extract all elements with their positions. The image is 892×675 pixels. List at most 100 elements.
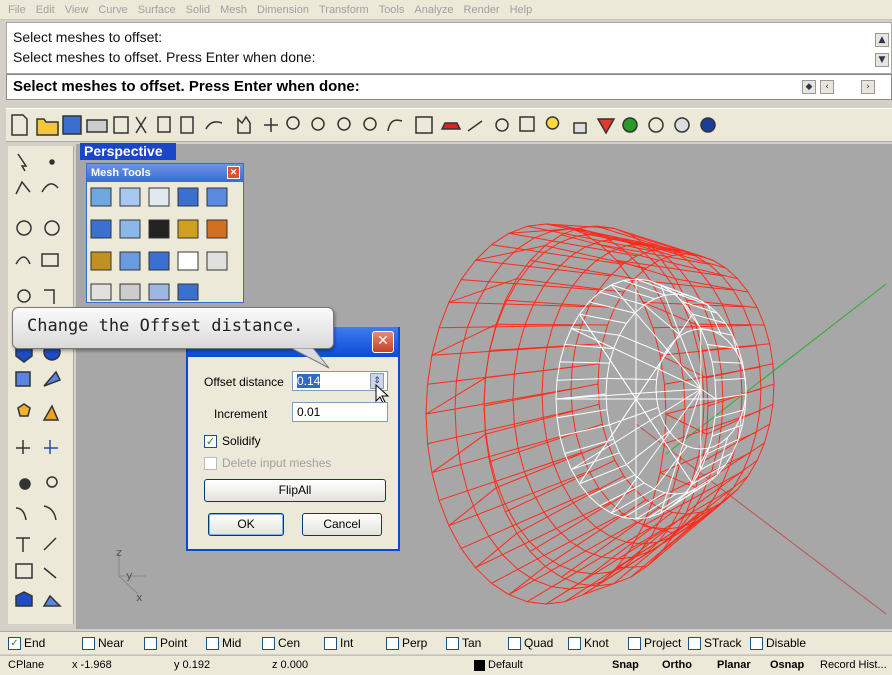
scroll-down-icon[interactable]: ▼ xyxy=(875,53,889,67)
osnap-end-checkbox[interactable]: ✓ xyxy=(8,637,21,650)
planar-toggle[interactable]: Planar xyxy=(717,659,751,671)
osnap-cen-checkbox[interactable] xyxy=(262,637,275,650)
mesh-grid-icon xyxy=(91,220,111,238)
osnap-end[interactable]: ✓End xyxy=(8,636,45,650)
osnap-near-checkbox[interactable] xyxy=(82,637,95,650)
material-icon xyxy=(598,119,614,133)
delete-input-label: Delete input meshes xyxy=(222,456,331,470)
arc-icon xyxy=(16,257,30,264)
cancel-button[interactable]: Cancel xyxy=(302,513,382,536)
viewport-title[interactable]: Perspective xyxy=(80,143,176,160)
close-icon[interactable]: ✕ xyxy=(227,166,240,179)
osnap-quad[interactable]: Quad xyxy=(508,636,553,650)
ok-button[interactable]: OK xyxy=(208,513,284,536)
osnap-project[interactable]: Project xyxy=(628,636,681,650)
increment-input[interactable]: 0.01 xyxy=(292,402,388,422)
osnap-toggle[interactable]: Osnap xyxy=(770,659,804,671)
ortho-toggle[interactable]: Ortho xyxy=(662,659,692,671)
next-icon[interactable]: › xyxy=(861,80,875,94)
osnap-tan[interactable]: Tan xyxy=(446,636,481,650)
text-icon xyxy=(16,538,30,552)
menu-tools[interactable]: Tools xyxy=(379,4,405,16)
osnap-perp-checkbox[interactable] xyxy=(386,637,399,650)
osnap-tan-checkbox[interactable] xyxy=(446,637,459,650)
osnap-knot[interactable]: Knot xyxy=(568,636,609,650)
mesh-repair-icon xyxy=(120,284,140,300)
status-bar: CPlane x -1.968 y 0.192 z 0.000 Default … xyxy=(0,655,892,675)
zoom-window-icon xyxy=(312,118,324,130)
layer-indicator[interactable]: Default xyxy=(474,659,523,671)
menu-view[interactable]: View xyxy=(65,4,89,16)
snap-toggle[interactable]: Snap xyxy=(612,659,639,671)
mesh-rebuild-icon xyxy=(178,252,198,270)
osnap-strack-checkbox[interactable] xyxy=(688,637,701,650)
osnap-disable-label: Disable xyxy=(766,636,806,650)
standard-toolbar-icons[interactable] xyxy=(6,109,892,143)
osnap-cen[interactable]: Cen xyxy=(262,636,300,650)
osnap-near[interactable]: Near xyxy=(82,636,124,650)
menu-help[interactable]: Help xyxy=(510,4,533,16)
scroll-up-icon[interactable]: ▲ xyxy=(875,33,889,47)
rectangle-icon xyxy=(42,254,58,266)
osnap-int[interactable]: Int xyxy=(324,636,353,650)
spin-icon[interactable]: ◆ xyxy=(802,80,816,94)
mesh-tools-titlebar[interactable]: Mesh Tools ✕ xyxy=(87,164,243,182)
menu-surface[interactable]: Surface xyxy=(138,4,176,16)
y-coordinate: y 0.192 xyxy=(174,659,210,671)
mesh-tools-palette: Mesh Tools ✕ xyxy=(86,163,244,303)
osnap-mid-checkbox[interactable] xyxy=(206,637,219,650)
osnap-perp[interactable]: Perp xyxy=(386,636,427,650)
menu-mesh[interactable]: Mesh xyxy=(220,4,247,16)
extrude-icon xyxy=(44,568,56,578)
osnap-icon xyxy=(496,119,508,131)
mesh-split-icon xyxy=(178,188,198,206)
mesh-skull-icon xyxy=(207,252,227,270)
osnap-project-checkbox[interactable] xyxy=(628,637,641,650)
menu-curve[interactable]: Curve xyxy=(98,4,127,16)
rhino-window: File Edit View Curve Surface Solid Mesh … xyxy=(0,0,892,675)
menu-file[interactable]: File xyxy=(8,4,26,16)
record-history-toggle[interactable]: Record Hist... xyxy=(820,659,887,671)
flipall-button[interactable]: FlipAll xyxy=(204,479,386,502)
left-toolbar-icons[interactable] xyxy=(8,146,74,624)
menu-render[interactable]: Render xyxy=(464,4,500,16)
fillet-icon xyxy=(44,290,54,304)
osnap-strack[interactable]: STrack xyxy=(688,636,742,650)
prev-icon[interactable]: ‹ xyxy=(820,80,834,94)
osnap-mid[interactable]: Mid xyxy=(206,636,241,650)
axis-x-label: x xyxy=(136,591,143,604)
menu-edit[interactable]: Edit xyxy=(36,4,55,16)
mesh-tools-icons[interactable] xyxy=(87,182,243,302)
select-arrow-icon xyxy=(18,154,26,171)
close-icon[interactable]: ✕ xyxy=(372,331,394,353)
menu-bar: File Edit View Curve Surface Solid Mesh … xyxy=(0,0,892,20)
osnap-end-label: End xyxy=(24,636,45,650)
osnap-disable[interactable]: Disable xyxy=(750,636,806,650)
undo-icon xyxy=(206,122,222,129)
menu-solid[interactable]: Solid xyxy=(186,4,210,16)
pattern-icon xyxy=(47,477,57,487)
menu-dimension[interactable]: Dimension xyxy=(257,4,309,16)
command-line[interactable]: Select meshes to offset. Press Enter whe… xyxy=(6,74,892,100)
osnap-project-label: Project xyxy=(644,636,681,650)
delete-input-checkbox[interactable] xyxy=(204,457,217,470)
mesh-check-icon xyxy=(149,284,169,300)
osnap-point-checkbox[interactable] xyxy=(144,637,157,650)
page-icon xyxy=(114,117,128,133)
osnap-cen-label: Cen xyxy=(278,636,300,650)
menu-analyze[interactable]: Analyze xyxy=(414,4,453,16)
osnap-knot-checkbox[interactable] xyxy=(568,637,581,650)
solidify-checkbox[interactable]: ✓ xyxy=(204,435,217,448)
osnap-disable-checkbox[interactable] xyxy=(750,637,763,650)
osnap-point[interactable]: Point xyxy=(144,636,187,650)
shell-icon xyxy=(20,479,30,489)
osnap-int-checkbox[interactable] xyxy=(324,637,337,650)
surface-icon xyxy=(44,372,60,386)
menu-transform[interactable]: Transform xyxy=(319,4,369,16)
osnap-quad-checkbox[interactable] xyxy=(508,637,521,650)
polygon-icon xyxy=(18,290,30,302)
blend-icon xyxy=(44,406,58,420)
car-icon xyxy=(442,123,460,129)
mesh-plane-icon xyxy=(91,188,111,206)
layout-icon xyxy=(16,564,32,578)
